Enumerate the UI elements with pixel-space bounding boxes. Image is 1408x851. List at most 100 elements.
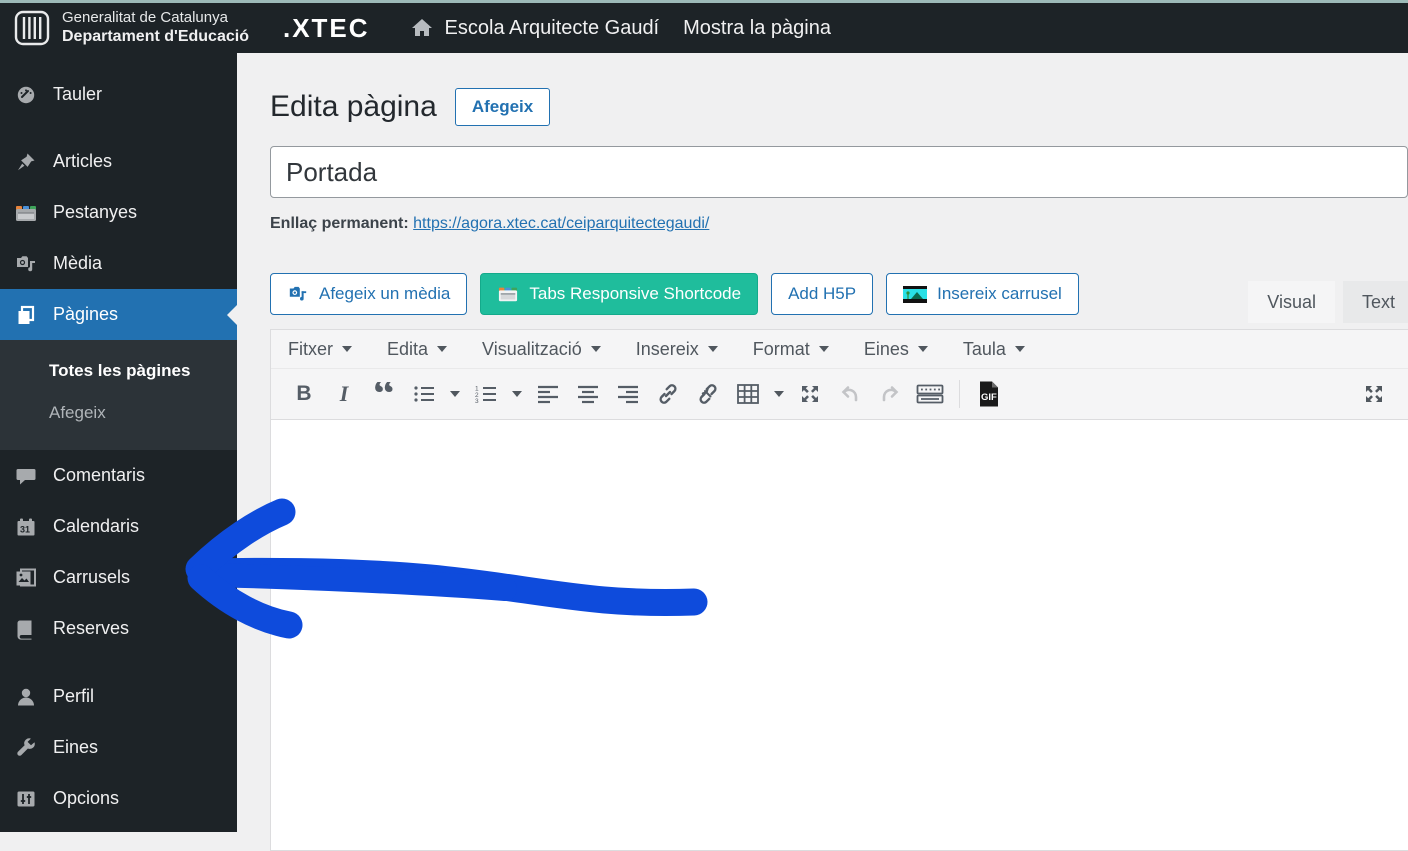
post-title-input[interactable] <box>270 146 1408 198</box>
align-center-button[interactable] <box>568 376 608 412</box>
book-icon <box>14 617 38 641</box>
sidebar-item-opcions[interactable]: Opcions <box>0 773 237 824</box>
editor-menubar: Fitxer Edita Visualització Insereix Form… <box>271 330 1408 369</box>
menu-taula[interactable]: Taula <box>963 339 1025 360</box>
undo-button[interactable] <box>830 376 870 412</box>
editor-toolbar: B I “ 1 2 3 <box>271 369 1408 420</box>
calendar-number: 31 <box>20 524 30 534</box>
view-page-link[interactable]: Mostra la pàgina <box>683 17 831 40</box>
permalink-link[interactable]: https://agora.xtec.cat/ceiparquitectegau… <box>413 215 709 232</box>
settings-icon <box>14 787 38 811</box>
link-button[interactable] <box>648 376 688 412</box>
admin-bar-site-menu[interactable]: Escola Arquitecte Gaudí <box>410 16 660 40</box>
add-media-button[interactable]: Afegeix un mèdia <box>270 273 467 315</box>
calendar-icon: 31 <box>14 515 38 539</box>
add-new-page-button[interactable]: Afegeix <box>455 88 550 126</box>
permalink-row: Enllaç permanent: https://agora.xtec.cat… <box>270 215 1408 233</box>
chevron-down-icon <box>437 346 447 352</box>
chevron-down-icon <box>819 346 829 352</box>
tabs-shortcode-icon <box>497 284 519 304</box>
italic-button[interactable]: I <box>324 376 364 412</box>
sidebar-item-eines[interactable]: Eines <box>0 722 237 773</box>
menu-insereix[interactable]: Insereix <box>636 339 718 360</box>
dashboard-icon <box>14 83 38 107</box>
sidebar-item-label: Perfil <box>53 686 94 707</box>
editor-content-area[interactable] <box>271 420 1408 850</box>
svg-text:3: 3 <box>475 398 479 404</box>
sidebar-item-label: Pàgines <box>53 304 118 325</box>
sidebar-item-comentaris[interactable]: Comentaris <box>0 450 237 501</box>
sidebar-item-carrusels[interactable]: Carrusels <box>0 552 237 603</box>
menu-format[interactable]: Format <box>753 339 829 360</box>
gencat-logo-text: Generalitat de Catalunya Departament d'E… <box>62 9 249 46</box>
sidebar-item-label: Eines <box>53 737 98 758</box>
sidebar-item-label: Opcions <box>53 788 119 809</box>
tabs-shortcode-button[interactable]: Tabs Responsive Shortcode <box>480 273 758 315</box>
tab-text[interactable]: Text <box>1343 281 1408 323</box>
pages-icon <box>14 303 38 327</box>
site-name: Escola Arquitecte Gaudí <box>445 17 660 40</box>
wrench-icon <box>14 736 38 760</box>
admin-bar: Generalitat de Catalunya Departament d'E… <box>0 3 1408 53</box>
sidebar-item-tauler[interactable]: Tauler <box>0 69 237 120</box>
menu-eines[interactable]: Eines <box>864 339 928 360</box>
user-icon <box>14 685 38 709</box>
sidebar-item-label: Mèdia <box>53 253 102 274</box>
chevron-down-icon <box>918 346 928 352</box>
permalink-label: Enllaç permanent: <box>270 215 409 232</box>
chevron-down-icon <box>512 391 522 397</box>
submenu-totes-les-pagines[interactable]: Totes les pàgines <box>0 350 237 392</box>
sidebar-item-perfil[interactable]: Perfil <box>0 671 237 722</box>
media-icon <box>14 252 38 276</box>
blockquote-button[interactable]: “ <box>364 382 404 406</box>
sidebar-item-pestanyes[interactable]: Pestanyes <box>0 187 237 238</box>
chevron-down-icon <box>591 346 601 352</box>
chevron-down-icon <box>1015 346 1025 352</box>
fullscreen-button[interactable] <box>790 376 830 412</box>
distraction-free-button[interactable] <box>1354 376 1394 412</box>
add-media-icon <box>287 284 309 304</box>
table-dropdown[interactable] <box>768 376 790 412</box>
sidebar-item-pagines[interactable]: Pàgines <box>0 289 237 340</box>
menu-visualitzacio[interactable]: Visualització <box>482 339 601 360</box>
sidebar-item-reserves[interactable]: Reserves <box>0 603 237 654</box>
sidebar-item-label: Tauler <box>53 84 102 105</box>
sidebar-item-label: Calendaris <box>53 516 139 537</box>
keyboard-shortcuts-button[interactable] <box>910 376 950 412</box>
chevron-down-icon <box>774 391 784 397</box>
page-title: Edita pàgina <box>270 90 437 124</box>
menu-edita[interactable]: Edita <box>387 339 447 360</box>
home-icon <box>410 16 434 40</box>
menu-fitxer[interactable]: Fitxer <box>288 339 352 360</box>
numbered-list-dropdown[interactable] <box>506 376 528 412</box>
add-media-label: Afegeix un mèdia <box>319 284 450 304</box>
numbered-list-button[interactable]: 1 2 3 <box>466 376 506 412</box>
xtec-logo[interactable]: .XTEC <box>283 13 370 44</box>
tab-visual[interactable]: Visual <box>1248 281 1335 323</box>
table-button[interactable] <box>728 376 768 412</box>
admin-sidebar: Tauler Articles Pestanyes <box>0 53 237 832</box>
sidebar-item-label: Articles <box>53 151 112 172</box>
align-right-button[interactable] <box>608 376 648 412</box>
gif-button[interactable]: GIF <box>969 376 1009 412</box>
align-left-button[interactable] <box>528 376 568 412</box>
sidebar-item-calendaris[interactable]: 31 Calendaris <box>0 501 237 552</box>
chevron-down-icon <box>450 391 460 397</box>
pages-submenu: Totes les pàgines Afegeix <box>0 340 237 450</box>
sidebar-item-media[interactable]: Mèdia <box>0 238 237 289</box>
insert-carousel-icon <box>903 286 927 303</box>
tabs-icon <box>14 201 38 225</box>
editor-mode-tabs: Visual Text <box>1248 281 1408 323</box>
unlink-button[interactable] <box>688 376 728 412</box>
submenu-afegeix[interactable]: Afegeix <box>0 392 237 434</box>
gencat-logo-block[interactable]: Generalitat de Catalunya Departament d'E… <box>0 9 249 47</box>
bullet-list-button[interactable] <box>404 376 444 412</box>
insert-carousel-button[interactable]: Insereix carrusel <box>886 273 1079 315</box>
redo-button[interactable] <box>870 376 910 412</box>
bullet-list-dropdown[interactable] <box>444 376 466 412</box>
add-h5p-button[interactable]: Add H5P <box>771 273 873 315</box>
comments-icon <box>14 464 38 488</box>
tinymce-editor: Fitxer Edita Visualització Insereix Form… <box>270 329 1408 851</box>
sidebar-item-articles[interactable]: Articles <box>0 136 237 187</box>
bold-button[interactable]: B <box>284 376 324 412</box>
